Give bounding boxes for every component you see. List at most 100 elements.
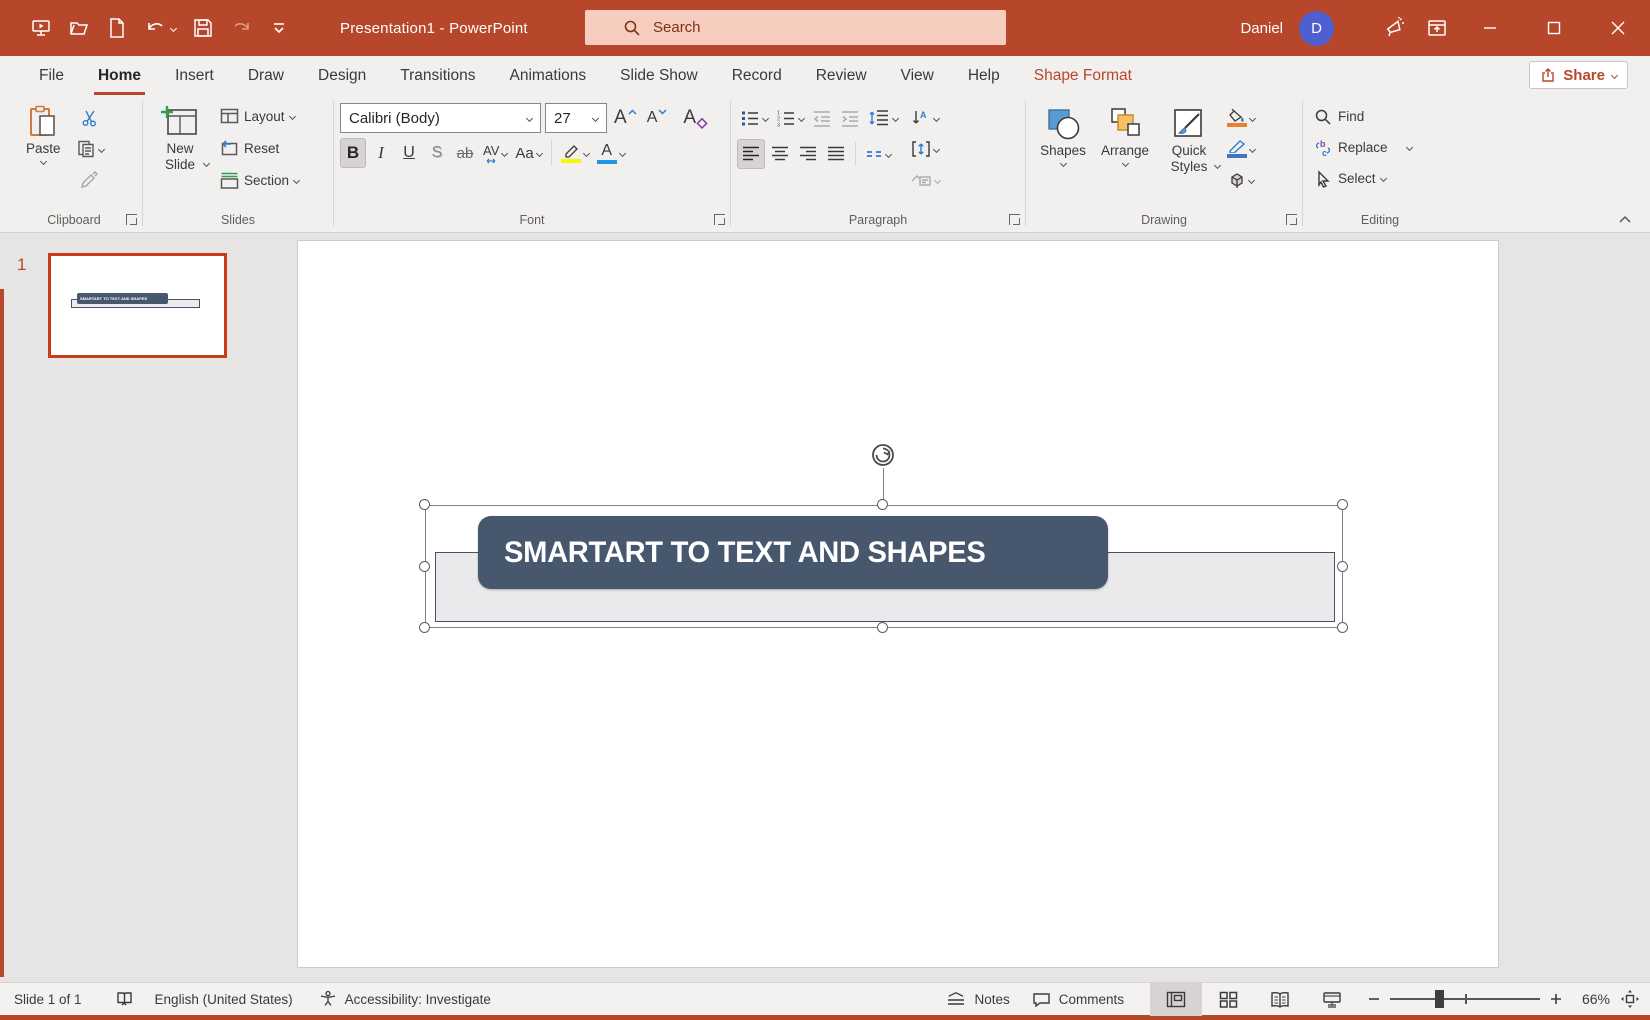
numbering-button[interactable]: 123 xyxy=(773,103,807,133)
underline-button[interactable]: U xyxy=(396,138,422,168)
find-button[interactable]: Find xyxy=(1309,101,1451,132)
tab-review[interactable]: Review xyxy=(799,56,884,95)
search-input[interactable]: Search xyxy=(585,10,1006,45)
zoom-slider[interactable] xyxy=(1390,998,1540,1000)
justify-button[interactable] xyxy=(823,139,849,169)
avatar[interactable]: D xyxy=(1299,11,1334,46)
bullets-button[interactable] xyxy=(737,103,771,133)
strikethrough-button[interactable]: ab xyxy=(452,138,478,168)
save-icon[interactable] xyxy=(188,13,218,43)
highlight-color-button[interactable] xyxy=(558,138,592,168)
paragraph-dialog-launcher[interactable] xyxy=(1009,214,1020,225)
collapse-ribbon-button[interactable] xyxy=(1618,214,1632,224)
text-direction-button[interactable]: A xyxy=(907,103,943,133)
paste-button[interactable]: Paste xyxy=(20,99,67,166)
language-indicator[interactable]: English (United States) xyxy=(155,992,293,1007)
resize-handle-sw[interactable] xyxy=(419,622,430,633)
resize-handle-nw[interactable] xyxy=(419,499,430,510)
decrease-font-size-button[interactable]: A xyxy=(644,103,671,133)
tab-transitions[interactable]: Transitions xyxy=(383,56,492,95)
zoom-out-button[interactable] xyxy=(1368,993,1380,1005)
tab-help[interactable]: Help xyxy=(951,56,1017,95)
align-center-button[interactable] xyxy=(767,139,793,169)
zoom-in-button[interactable] xyxy=(1550,993,1562,1005)
tab-record[interactable]: Record xyxy=(715,56,799,95)
rotation-handle[interactable] xyxy=(868,440,898,470)
clear-formatting-button[interactable]: A xyxy=(680,103,711,133)
layout-button[interactable]: Layout xyxy=(215,101,303,132)
minimize-button[interactable] xyxy=(1458,0,1522,56)
columns-button[interactable] xyxy=(862,139,894,169)
tab-animations[interactable]: Animations xyxy=(492,56,603,95)
open-file-icon[interactable] xyxy=(64,13,94,43)
select-button[interactable]: Select xyxy=(1309,163,1451,194)
undo-icon[interactable] xyxy=(140,13,180,43)
user-name[interactable]: Daniel xyxy=(1240,20,1283,37)
align-right-button[interactable] xyxy=(795,139,821,169)
quick-styles-button[interactable]: Quick Styles xyxy=(1156,101,1222,170)
tab-insert[interactable]: Insert xyxy=(158,56,231,95)
resize-handle-ne[interactable] xyxy=(1337,499,1348,510)
ribbon-display-options-icon[interactable] xyxy=(1416,0,1458,56)
close-button[interactable] xyxy=(1586,0,1650,56)
notes-button[interactable]: Notes xyxy=(946,991,1009,1007)
slide-thumbnail[interactable]: SMARTART TO TEXT AND SHAPES xyxy=(48,253,227,358)
comments-button[interactable]: Comments xyxy=(1032,991,1124,1008)
align-text-button[interactable] xyxy=(907,134,943,164)
tab-view[interactable]: View xyxy=(884,56,951,95)
font-color-button[interactable]: A xyxy=(594,138,628,168)
zoom-level[interactable]: 66% xyxy=(1572,991,1610,1007)
resize-handle-w[interactable] xyxy=(419,561,430,572)
arrange-button[interactable]: Arrange xyxy=(1094,101,1156,168)
view-reading-button[interactable] xyxy=(1254,983,1306,1016)
section-button[interactable]: Section xyxy=(215,165,303,196)
shape-outline-button[interactable] xyxy=(1224,134,1258,164)
view-normal-button[interactable] xyxy=(1150,983,1202,1016)
maximize-button[interactable] xyxy=(1522,0,1586,56)
share-button[interactable]: Share xyxy=(1529,61,1628,89)
zoom-slider-thumb[interactable] xyxy=(1435,990,1444,1008)
tab-design[interactable]: Design xyxy=(301,56,383,95)
font-size-select[interactable]: 27 xyxy=(545,103,607,133)
italic-button[interactable]: I xyxy=(368,138,394,168)
replace-button[interactable]: b c Replace xyxy=(1309,132,1451,163)
accessibility-indicator[interactable]: Accessibility: Investigate xyxy=(319,990,491,1008)
spellcheck-button[interactable] xyxy=(116,991,133,1008)
shapes-button[interactable]: Shapes xyxy=(1032,101,1094,168)
tab-file[interactable]: File xyxy=(22,56,81,95)
coming-soon-icon[interactable] xyxy=(1374,0,1416,56)
new-file-icon[interactable] xyxy=(102,13,132,43)
line-spacing-button[interactable] xyxy=(865,103,901,133)
view-slideshow-button[interactable] xyxy=(1306,983,1358,1016)
resize-handle-se[interactable] xyxy=(1337,622,1348,633)
text-shadow-button[interactable]: S xyxy=(424,138,450,168)
align-left-button[interactable] xyxy=(737,139,765,169)
clipboard-dialog-launcher[interactable] xyxy=(126,214,137,225)
customize-qat-icon[interactable] xyxy=(264,13,294,43)
drawing-dialog-launcher[interactable] xyxy=(1286,214,1297,225)
cut-icon[interactable] xyxy=(73,103,107,133)
fit-to-window-button[interactable] xyxy=(1620,989,1640,1009)
slide-canvas[interactable]: SMARTART TO TEXT AND SHAPES xyxy=(298,241,1498,967)
copy-icon[interactable] xyxy=(73,134,107,164)
change-case-button[interactable]: Aa xyxy=(512,138,544,168)
resize-handle-s[interactable] xyxy=(877,622,888,633)
tab-draw[interactable]: Draw xyxy=(231,56,301,95)
tab-slide-show[interactable]: Slide Show xyxy=(603,56,715,95)
increase-font-size-button[interactable]: A xyxy=(611,103,640,133)
font-dialog-launcher[interactable] xyxy=(714,214,725,225)
view-slide-sorter-button[interactable] xyxy=(1202,983,1254,1016)
bold-button[interactable]: B xyxy=(340,138,366,168)
resize-handle-n[interactable] xyxy=(877,499,888,510)
font-name-select[interactable]: Calibri (Body) xyxy=(340,103,541,133)
new-slide-button[interactable]: New Slide xyxy=(149,99,211,168)
tab-shape-format[interactable]: Shape Format xyxy=(1017,56,1149,95)
slide-indicator[interactable]: Slide 1 of 1 xyxy=(14,992,82,1007)
reset-button[interactable]: Reset xyxy=(215,133,303,164)
shape-effects-button[interactable] xyxy=(1224,165,1258,195)
character-spacing-button[interactable]: AV xyxy=(480,138,510,168)
resize-handle-e[interactable] xyxy=(1337,561,1348,572)
shape-fill-button[interactable] xyxy=(1224,103,1258,133)
start-slideshow-icon[interactable] xyxy=(26,13,56,43)
tab-home[interactable]: Home xyxy=(81,56,158,95)
